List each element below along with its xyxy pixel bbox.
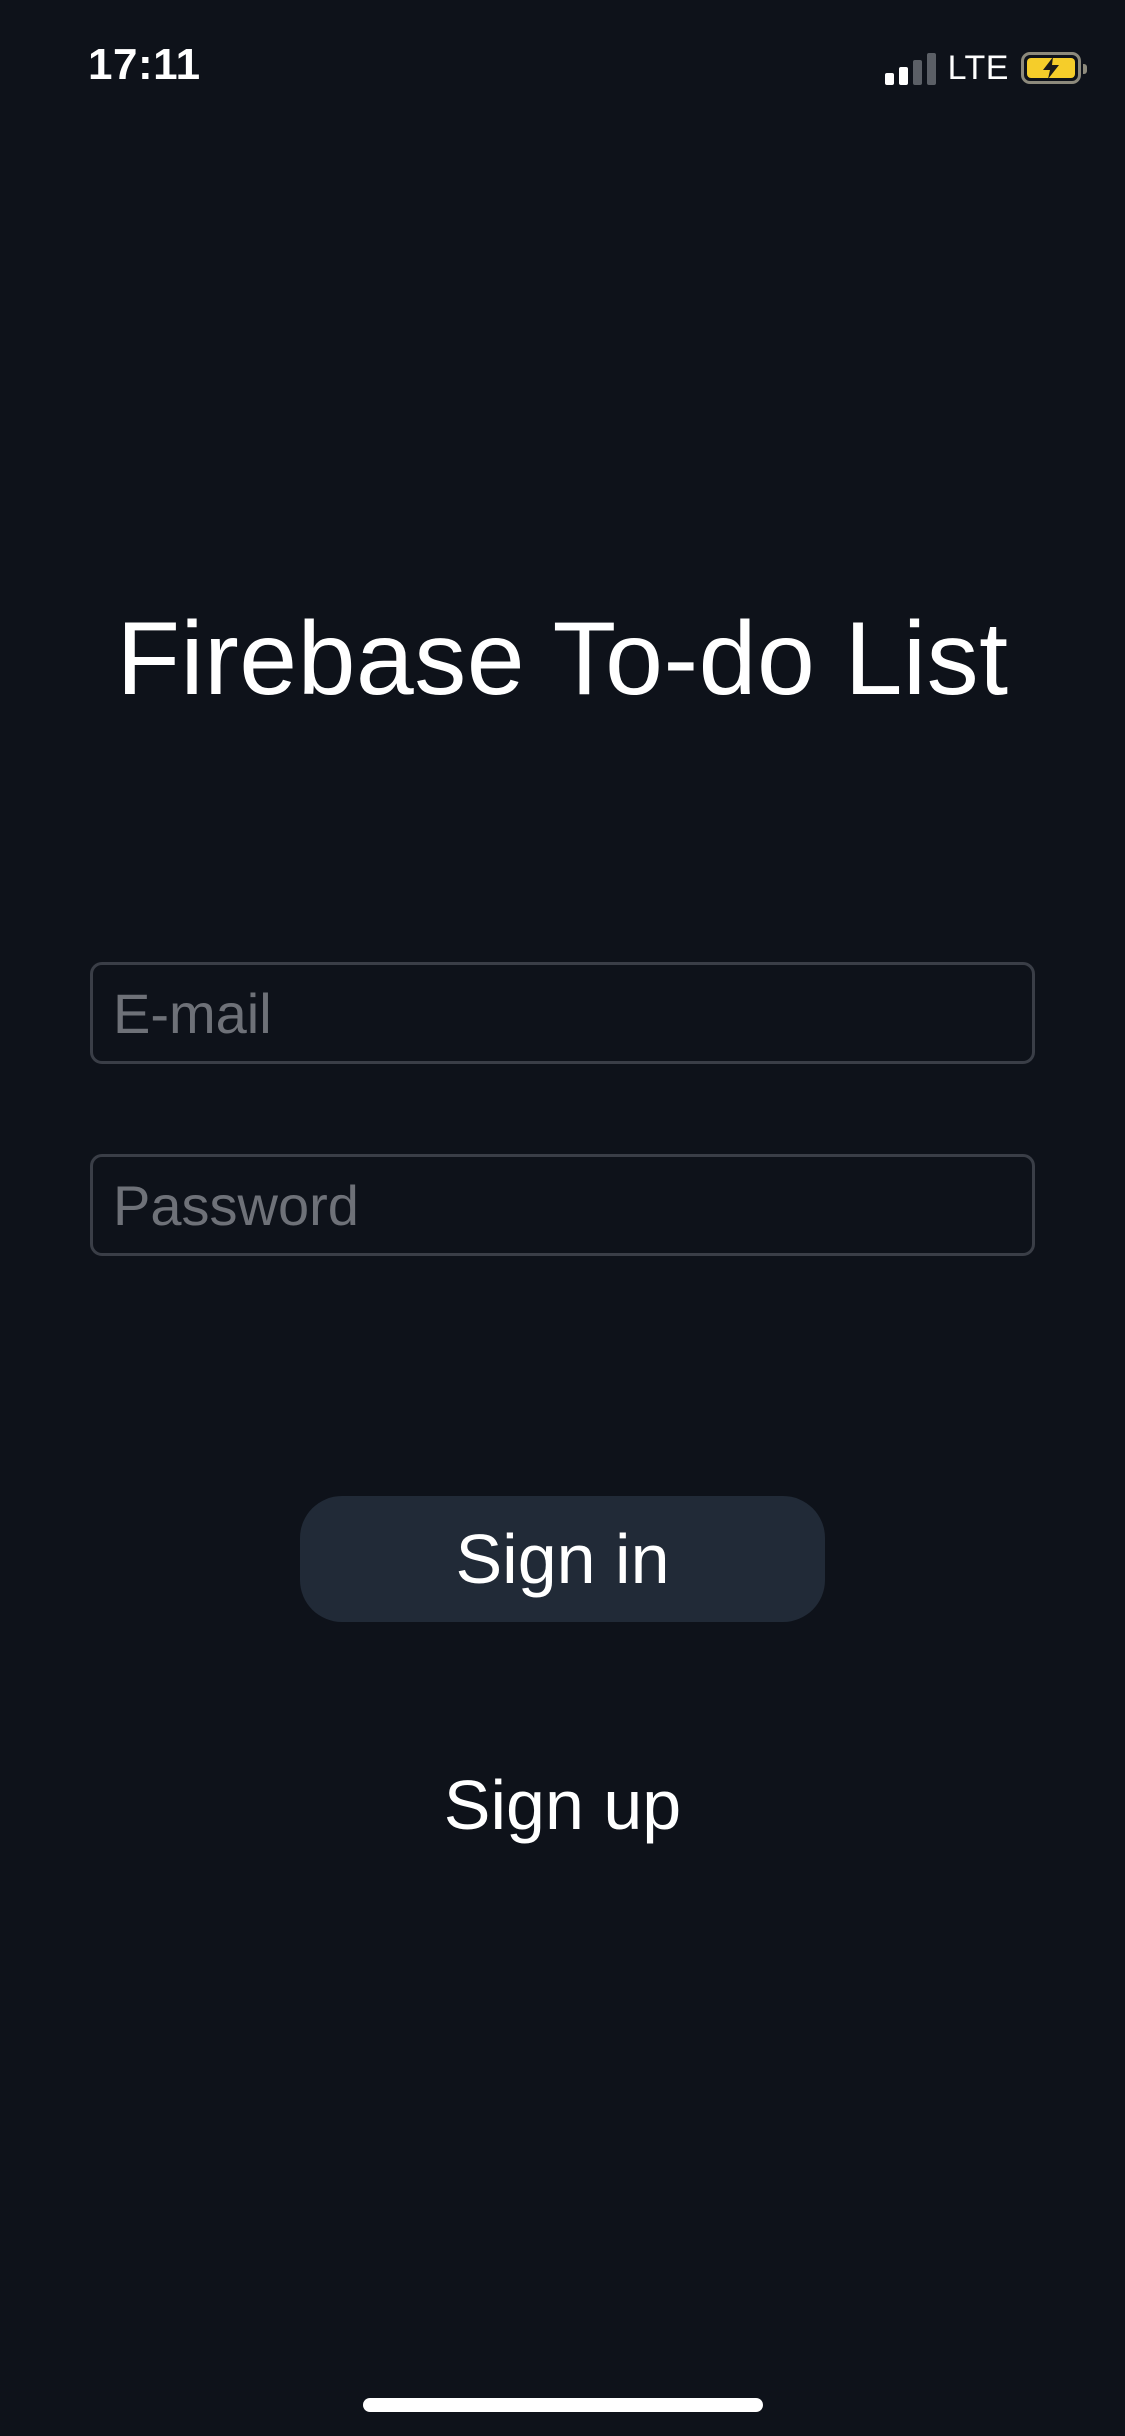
- home-indicator[interactable]: [363, 2398, 763, 2412]
- status-time: 17:11: [88, 40, 201, 89]
- page-title: Firebase To-do List: [116, 601, 1009, 717]
- sign-in-button[interactable]: Sign in: [300, 1496, 825, 1622]
- battery-charging-icon: [1021, 52, 1087, 84]
- sign-up-button[interactable]: Sign up: [300, 1750, 825, 1860]
- network-type: LTE: [947, 48, 1009, 87]
- cellular-signal-icon: [884, 51, 936, 85]
- password-field[interactable]: [90, 1154, 1035, 1256]
- email-field[interactable]: [90, 962, 1035, 1064]
- status-indicators: LTE: [884, 48, 1087, 88]
